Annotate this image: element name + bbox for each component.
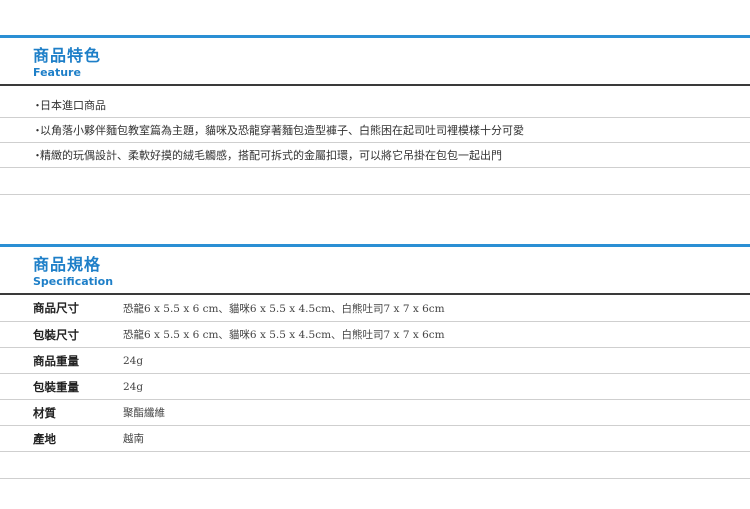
spec-value: 24g xyxy=(123,380,144,393)
spec-value: 恐龍6 x 5.5 x 6 cm、貓咪6 x 5.5 x 4.5cm、白熊吐司7… xyxy=(123,329,445,341)
spec-key: 商品尺寸 xyxy=(33,301,79,315)
spec-row: 商品重量 24g xyxy=(0,348,750,374)
feature-header: 商品特色 Feature xyxy=(0,38,750,84)
bullet-icon: ・ xyxy=(32,149,43,162)
bullet-icon: ・ xyxy=(32,124,43,137)
spec-value: 恐龍6 x 5.5 x 6 cm、貓咪6 x 5.5 x 4.5cm、白熊吐司7… xyxy=(123,302,445,315)
feature-item-text: 以角落小夥伴麵包教室篇為主題，貓咪及恐龍穿著麵包造型褲子、白熊困在起司吐司裡模樣… xyxy=(40,124,524,137)
spec-row: 包裝重量 24g xyxy=(0,374,750,400)
spec-row: 商品尺寸 恐龍6 x 5.5 x 6 cm、貓咪6 x 5.5 x 4.5cm、… xyxy=(0,295,750,322)
feature-item: ・ 日本進口商品 xyxy=(0,93,750,118)
spec-value: 24g xyxy=(123,354,144,367)
spec-key: 產地 xyxy=(33,431,56,446)
spec-section: 商品規格 Specification 商品尺寸 恐龍6 x 5.5 x 6 cm… xyxy=(0,244,750,479)
spec-key: 包裝尺寸 xyxy=(33,327,79,342)
feature-subtitle: Feature xyxy=(33,66,81,79)
spec-key: 包裝重量 xyxy=(33,379,79,394)
spec-row: 材質 聚酯纖維 xyxy=(0,400,750,426)
feature-item: ・ 以角落小夥伴麵包教室篇為主題，貓咪及恐龍穿著麵包造型褲子、白熊困在起司吐司裡… xyxy=(0,118,750,143)
spec-key: 材質 xyxy=(33,405,56,420)
spec-title: 商品規格 xyxy=(33,255,102,274)
feature-item-text: 日本進口商品 xyxy=(40,99,106,112)
spec-row: 產地 越南 xyxy=(0,426,750,452)
feature-item-text: 精緻的玩偶設計、柔軟好摸的絨毛觸感，搭配可拆式的金屬扣環，可以將它吊掛在包包一起… xyxy=(40,149,502,162)
feature-item: ・ 精緻的玩偶設計、柔軟好摸的絨毛觸感，搭配可拆式的金屬扣環，可以將它吊掛在包包… xyxy=(0,143,750,168)
feature-section: 商品特色 Feature ・ 日本進口商品 ・ 以角落小夥伴麵包教室篇為主題，貓… xyxy=(0,35,750,195)
spec-key: 商品重量 xyxy=(33,353,79,368)
feature-empty-row xyxy=(0,168,750,195)
feature-gap xyxy=(0,86,750,93)
spec-value: 聚酯纖維 xyxy=(123,407,165,419)
spec-header: 商品規格 Specification xyxy=(0,247,750,293)
spec-row: 包裝尺寸 恐龍6 x 5.5 x 6 cm、貓咪6 x 5.5 x 4.5cm、… xyxy=(0,322,750,348)
bullet-icon: ・ xyxy=(32,99,43,112)
spec-value: 越南 xyxy=(123,433,144,445)
spec-subtitle: Specification xyxy=(33,275,114,288)
spec-empty-row xyxy=(0,452,750,479)
feature-title: 商品特色 xyxy=(33,46,102,65)
